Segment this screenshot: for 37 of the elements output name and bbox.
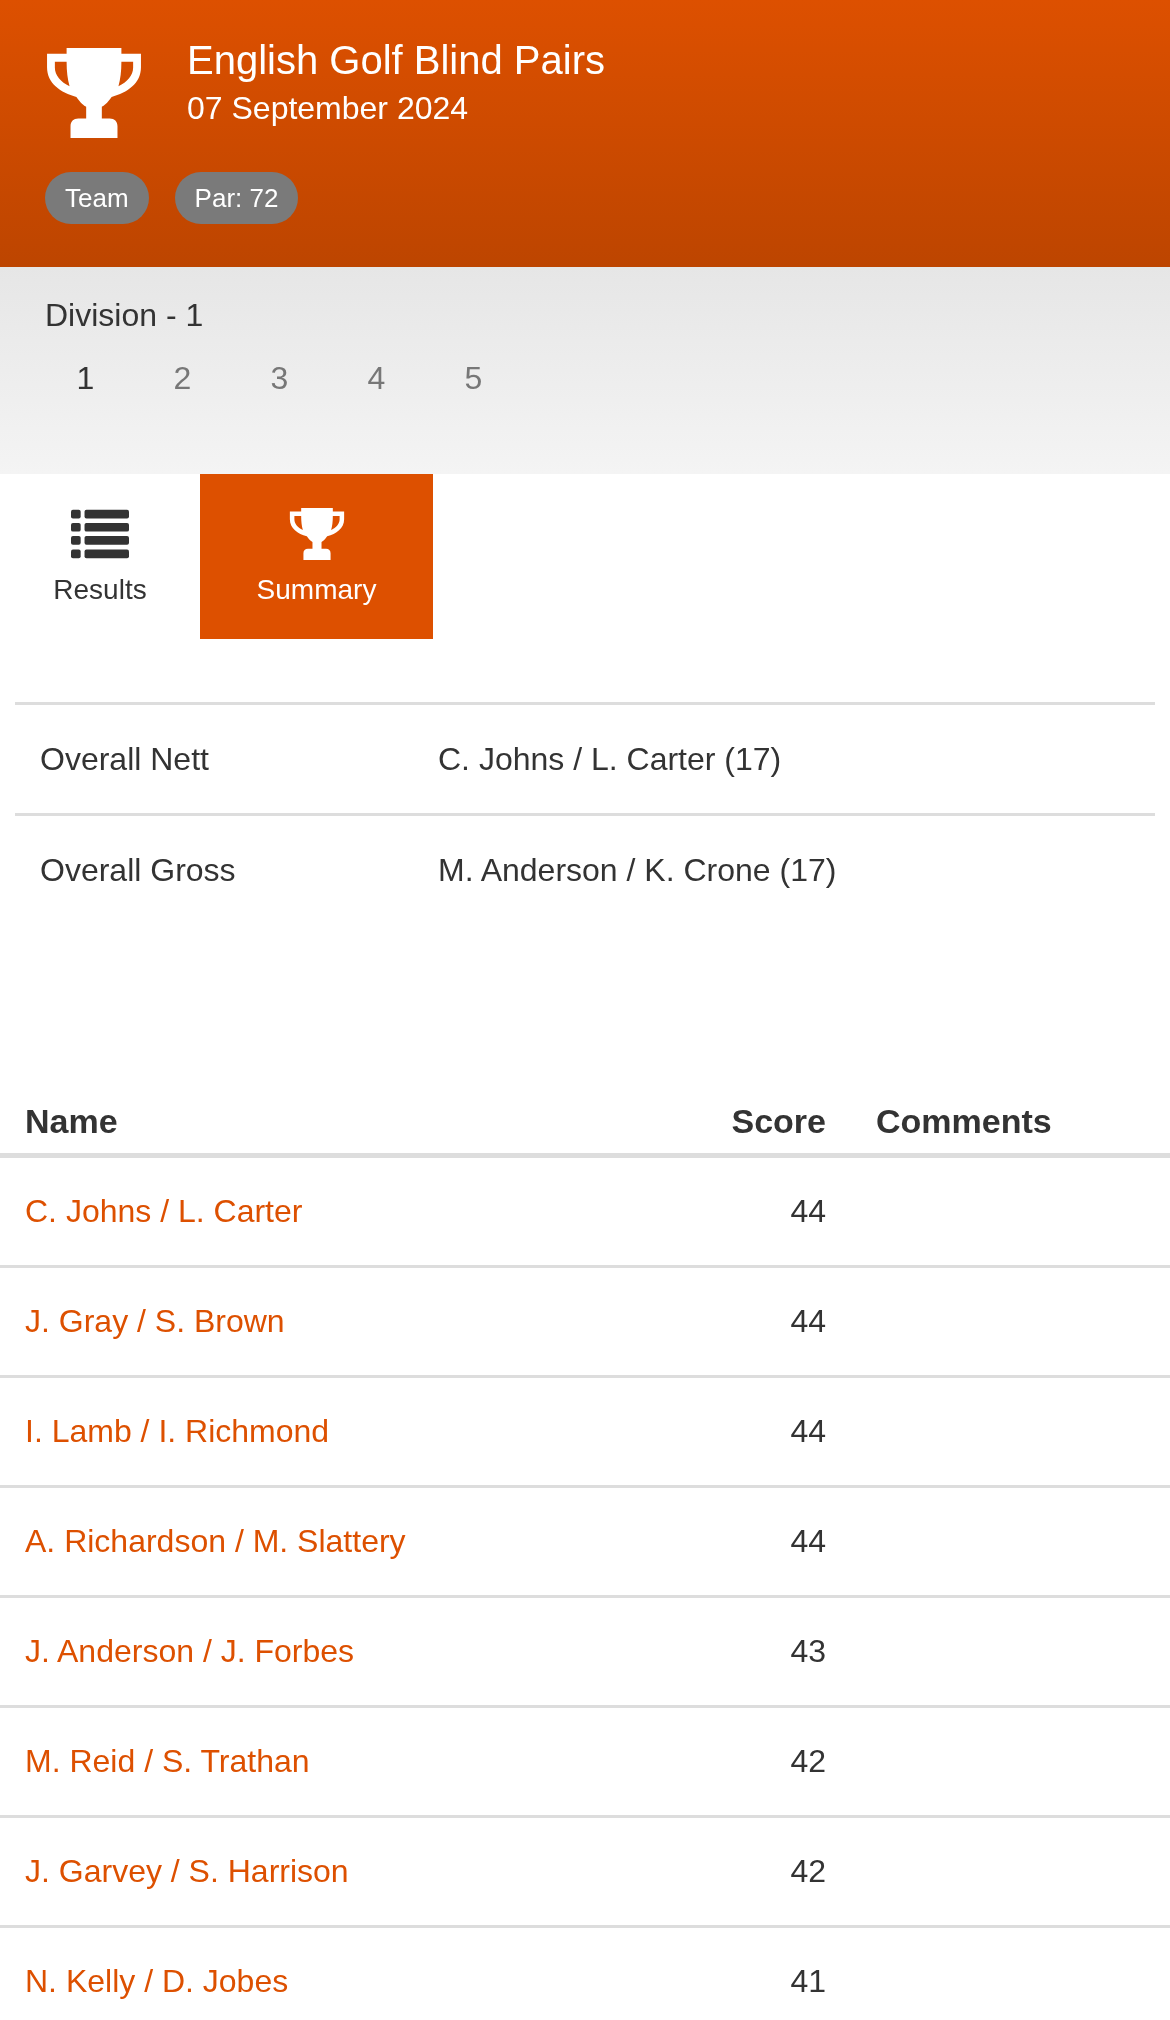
trophy-icon xyxy=(287,507,346,560)
division-label: Division - 1 xyxy=(45,297,205,334)
score-cell: 42 xyxy=(790,1743,826,1779)
pair-name-link[interactable]: A. Richardson / M. Slattery xyxy=(25,1523,406,1559)
score-cell: 44 xyxy=(790,1523,826,1559)
score-cell: 41 xyxy=(790,1963,826,1999)
division-page-link[interactable]: 4 xyxy=(328,360,425,397)
info-badge: Par: 72 xyxy=(174,172,299,224)
list-icon xyxy=(71,507,129,560)
pair-name-link[interactable]: M. Reid / S. Trathan xyxy=(25,1743,310,1779)
division-page-link[interactable]: 5 xyxy=(425,360,522,397)
award-winner: C. Johns / L. Carter (17) xyxy=(438,740,782,778)
pair-name-link[interactable]: I. Lamb / I. Richmond xyxy=(25,1413,330,1449)
division-page-link[interactable]: 3 xyxy=(231,360,328,397)
pair-name-link[interactable]: C. Johns / L. Carter xyxy=(25,1193,303,1229)
column-header: Name xyxy=(25,1101,118,1140)
award-winner: M. Anderson / K. Crone (17) xyxy=(438,851,837,889)
view-tab[interactable]: Summary xyxy=(200,474,433,639)
score-cell: 44 xyxy=(790,1193,826,1229)
score-cell: 43 xyxy=(790,1633,826,1669)
award-label: Overall Nett xyxy=(39,740,210,778)
division-page-link[interactable]: 2 xyxy=(134,360,231,397)
pair-name-link[interactable]: J. Gray / S. Brown xyxy=(25,1303,285,1339)
event-title: English Golf Blind Pairs xyxy=(187,38,605,82)
award-label: Overall Gross xyxy=(39,851,237,889)
info-badge: Team xyxy=(45,172,149,224)
pair-name-link[interactable]: J. Garvey / S. Harrison xyxy=(25,1853,349,1889)
pair-name-link[interactable]: N. Kelly / D. Jobes xyxy=(25,1963,289,1999)
trophy-icon xyxy=(45,48,143,138)
score-cell: 42 xyxy=(790,1853,826,1889)
event-date: 07 September 2024 xyxy=(187,89,470,128)
column-header: Comments xyxy=(876,1101,1052,1140)
score-cell: 44 xyxy=(790,1303,826,1339)
pair-name-link[interactable]: J. Anderson / J. Forbes xyxy=(25,1633,355,1669)
division-page-link[interactable]: 1 xyxy=(37,360,134,397)
column-header: Score xyxy=(731,1101,826,1140)
score-cell: 44 xyxy=(790,1413,826,1449)
